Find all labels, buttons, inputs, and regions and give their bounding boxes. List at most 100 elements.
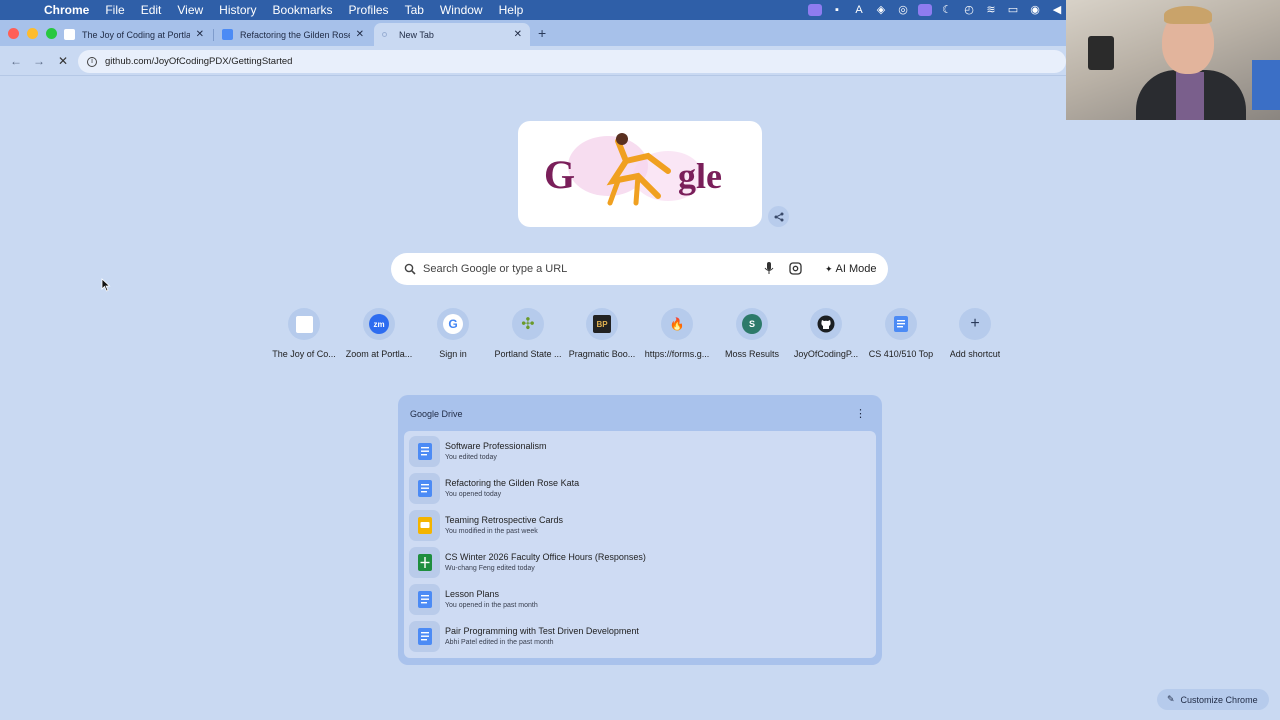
moss-icon: S [736,308,768,340]
drive-file-list: Software Professionalism You edited toda… [404,431,876,658]
person-shirt [1176,72,1204,120]
drive-file-item[interactable]: Teaming Retrospective Cards You modified… [404,508,876,544]
battery-icon[interactable]: ▭ [1006,4,1020,16]
shortcut-portland-state[interactable]: ✣ Portland State ... [490,308,566,359]
shield-icon[interactable]: ◈ [874,4,888,16]
shortcut-label: Add shortcut [949,349,1001,359]
menu-bookmarks[interactable]: Bookmarks [265,3,341,17]
ai-mode-label: AI Mode [835,263,877,275]
shortcut-forms[interactable]: 🔥 https://forms.g... [639,308,715,359]
doodle-letters-gle: gle [678,156,722,196]
zoom-status-icon[interactable]: ▪ [830,4,844,16]
tab-joy-of-coding[interactable]: The Joy of Coding at Portland ✕ [56,23,212,46]
menu-edit[interactable]: Edit [133,3,170,17]
drive-file-item[interactable]: Refactoring the Gilden Rose Kata You ope… [404,471,876,507]
screen-share-icon[interactable] [808,4,822,16]
shortcut-cs-410-510[interactable]: CS 410/510 Top [863,308,939,359]
minimize-window-button[interactable] [27,28,38,39]
close-icon[interactable]: ✕ [356,29,364,40]
add-shortcut-button[interactable]: + Add shortcut [937,308,1013,359]
google-docs-icon [409,584,440,615]
loading-icon [382,32,387,37]
monitor-object [1252,60,1280,110]
menu-window[interactable]: Window [432,3,491,17]
menu-tab[interactable]: Tab [397,3,432,17]
shortcut-label: Pragmatic Boo... [568,349,636,359]
file-activity: You opened today [445,491,502,498]
window-icon[interactable] [918,4,932,16]
person-hair [1164,6,1212,24]
drive-file-item[interactable]: Lesson Plans You opened in the past mont… [404,582,876,618]
speaker-object [1088,36,1114,70]
shortcut-sign-in[interactable]: G Sign in [415,308,491,359]
forms-icon: 🔥 [661,308,693,340]
file-title: Pair Programming with Test Driven Develo… [445,626,639,636]
menu-view[interactable]: View [169,3,211,17]
blank-page-icon [64,29,75,40]
address-bar[interactable]: i github.com/JoyOfCodingPDX/GettingStart… [78,50,1066,73]
drive-file-item[interactable]: Software Professionalism You edited toda… [404,434,876,470]
shortcut-zoom[interactable]: zm Zoom at Portla... [341,308,417,359]
google-docs-icon [409,473,440,504]
shortcut-joy-of-coding[interactable]: The Joy of Co... [266,308,342,359]
tab-title: The Joy of Coding at Portland [82,29,190,40]
forward-arrow-icon[interactable]: → [33,54,45,68]
window-controls [8,28,57,39]
globe-icon[interactable]: ◎ [896,4,910,16]
volume-icon[interactable]: ◀ [1050,4,1064,16]
menu-help[interactable]: Help [491,3,532,17]
blank-page-icon [288,308,320,340]
file-activity: Wu-chang Feng edited today [445,565,535,572]
webcam-video [1066,0,1280,120]
google-doodle[interactable]: G gle [518,121,762,227]
back-arrow-icon[interactable]: ← [10,54,22,68]
google-docs-icon [409,621,440,652]
docs-logo [894,316,908,332]
google-slides-icon [409,510,440,541]
ai-mode-button[interactable]: ✦ AI Mode [817,257,885,281]
shortcut-label: Zoom at Portla... [345,349,413,359]
text-icon[interactable]: A [852,4,866,16]
file-title: Software Professionalism [445,441,547,451]
google-docs-icon [409,436,440,467]
share-doodle-button[interactable] [768,206,789,227]
microphone-icon[interactable] [764,262,774,275]
shortcut-moss-results[interactable]: S Moss Results [714,308,790,359]
shortcut-label: CS 410/510 Top [868,349,934,359]
menu-history[interactable]: History [211,3,264,17]
google-lens-icon[interactable] [789,262,802,275]
drive-file-item[interactable]: CS Winter 2026 Faculty Office Hours (Res… [404,545,876,581]
file-title: Teaming Retrospective Cards [445,515,564,525]
new-tab-button[interactable]: + [538,25,546,41]
close-window-button[interactable] [8,28,19,39]
shortcut-label: Portland State ... [494,349,562,359]
close-icon[interactable]: ✕ [514,29,522,40]
menu-app-chrome[interactable]: Chrome [36,3,97,17]
site-info-icon[interactable]: i [87,56,97,67]
close-icon[interactable]: ✕ [196,29,204,40]
google-icon: G [437,308,469,340]
drive-file-item[interactable]: Pair Programming with Test Driven Develo… [404,619,876,655]
search-input[interactable] [423,260,743,278]
tab-refactoring[interactable]: Refactoring the Gilden Rose ✕ [214,23,372,46]
wifi-icon[interactable]: ≋ [984,4,998,16]
shortcut-label: https://forms.g... [644,349,710,359]
shortcut-pragmatic-bookshelf[interactable]: BP Pragmatic Boo... [564,308,640,359]
more-options-icon[interactable]: ⋮ [855,407,866,420]
file-activity: You modified in the past week [445,528,538,535]
github-icon [810,308,842,340]
menu-file[interactable]: File [97,3,132,17]
user-icon[interactable]: ◉ [1028,4,1042,16]
file-activity: Abhi Patel edited in the past month [445,639,554,646]
menu-profiles[interactable]: Profiles [341,3,397,17]
stop-loading-icon[interactable]: ✕ [58,54,68,68]
shortcut-github[interactable]: JoyOfCodingP... [788,308,864,359]
customize-chrome-button[interactable]: ✎ Customize Chrome [1157,689,1269,710]
file-title: Refactoring the Gilden Rose Kata [445,478,580,488]
tab-new-tab[interactable]: New Tab ✕ [374,23,530,46]
doodle-letter-g: G [544,152,576,197]
search-box: ✦ AI Mode [391,253,888,285]
customize-label: Customize Chrome [1180,694,1258,705]
moon-icon[interactable]: ☾ [940,4,954,16]
clock-icon[interactable]: ◴ [962,4,976,16]
